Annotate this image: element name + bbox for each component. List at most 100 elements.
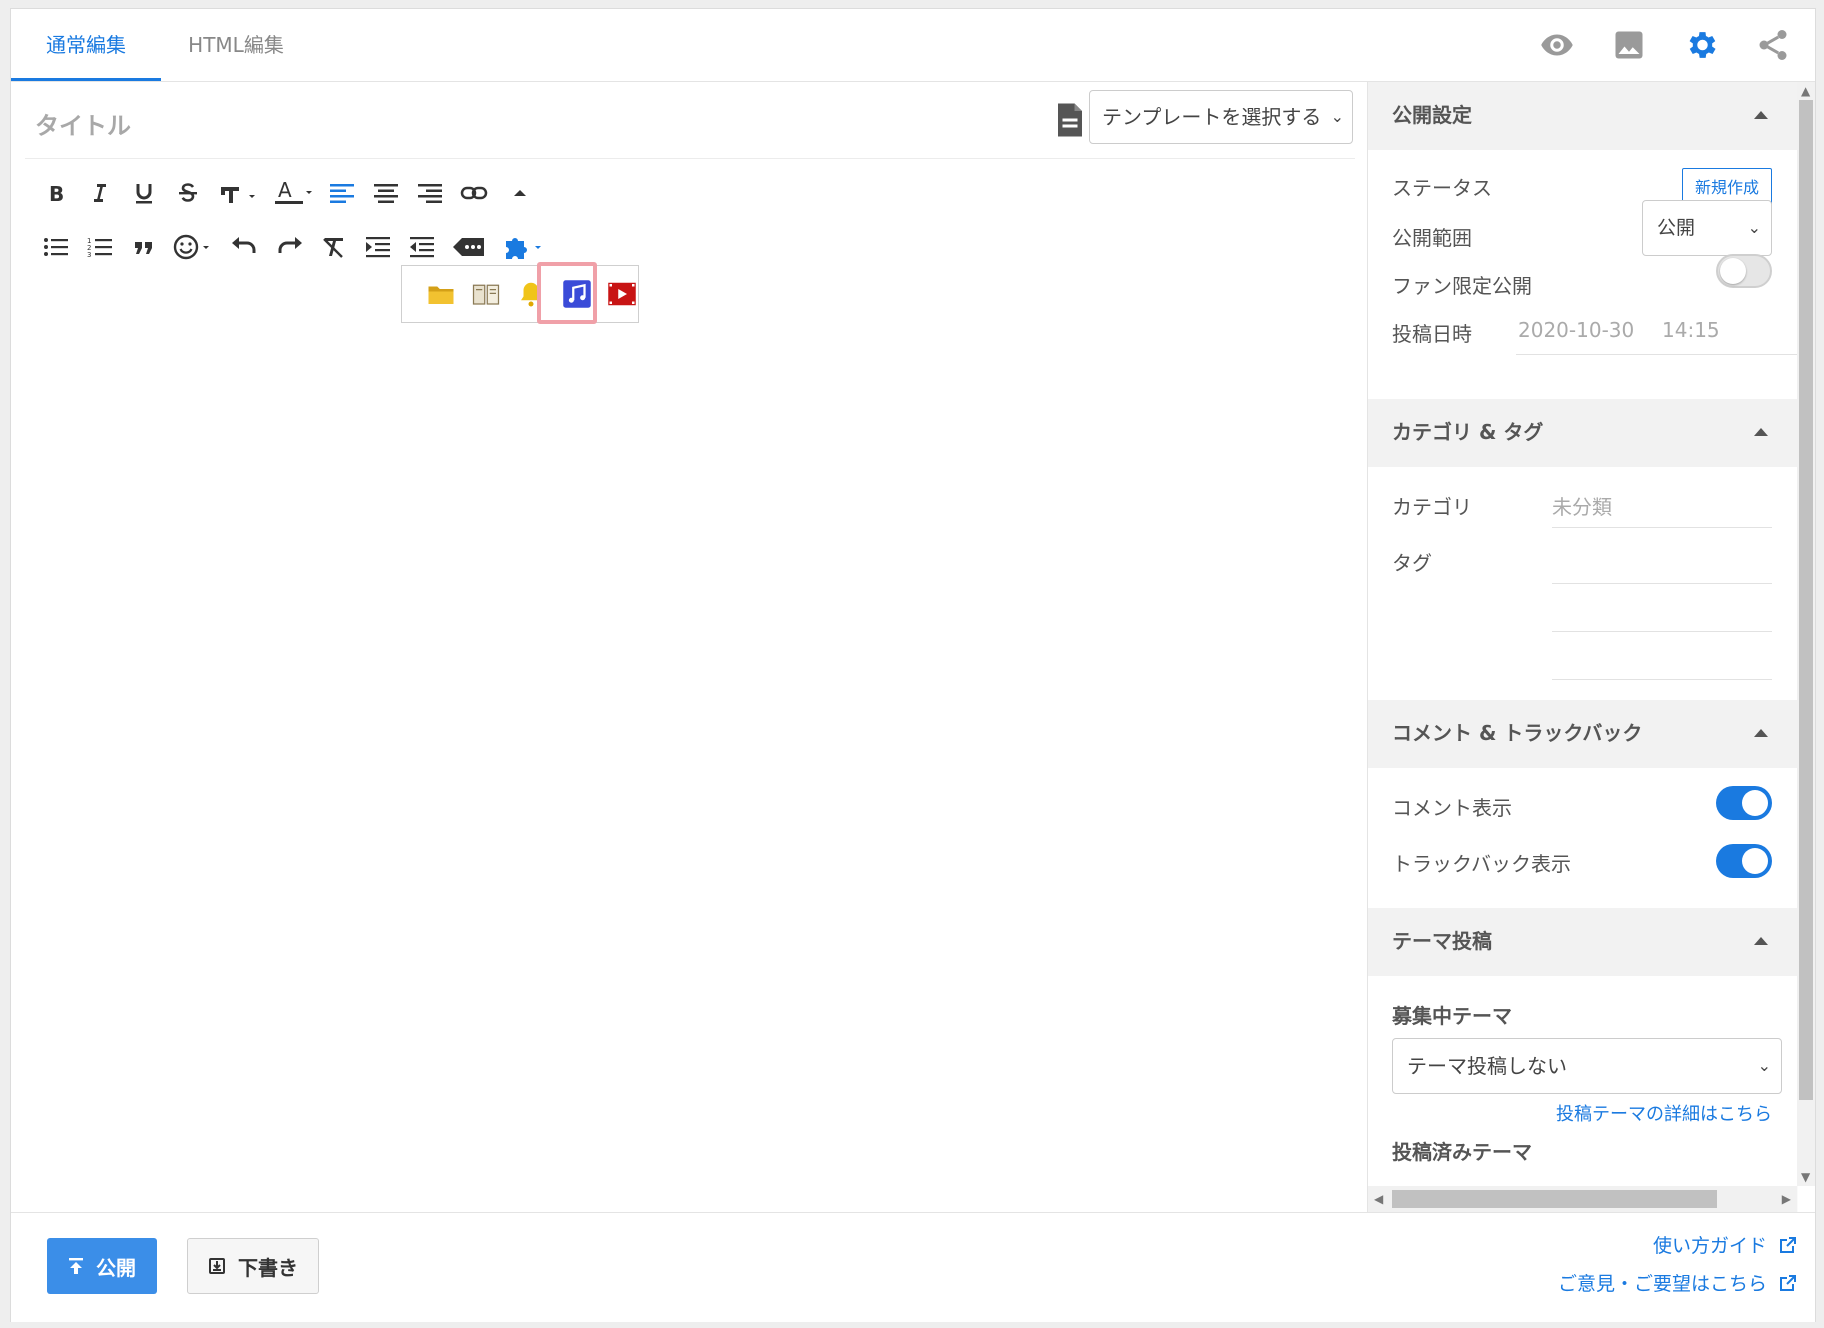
category-label: カテゴリ: [1392, 495, 1472, 519]
fan-only-toggle[interactable]: [1716, 254, 1772, 288]
bullet-list-button[interactable]: [39, 230, 73, 264]
category-tag-body: カテゴリ 未分類 タグ: [1368, 467, 1798, 700]
tab-normal-edit[interactable]: 通常編集: [11, 9, 161, 81]
eye-icon[interactable]: [1539, 27, 1575, 63]
top-bar: 通常編集 HTML編集: [11, 9, 1815, 82]
theme-post-header[interactable]: テーマ投稿: [1368, 908, 1798, 977]
theme-detail-link[interactable]: 投稿テーマの詳細はこちら: [1556, 1100, 1772, 1126]
svg-text:A: A: [278, 179, 292, 202]
indent-button[interactable]: [361, 230, 395, 264]
editor-panel: 通常編集 HTML編集 タイトル テンプレートを選択する ⌄ B A 1 2 3…: [10, 8, 1816, 1322]
outdent-button[interactable]: [405, 230, 439, 264]
quote-button[interactable]: [127, 230, 161, 264]
scrollbar-thumb[interactable]: [1392, 1190, 1717, 1208]
svg-text:3: 3: [87, 251, 91, 259]
section-title: 公開設定: [1392, 103, 1472, 127]
comment-display-toggle[interactable]: [1716, 786, 1772, 820]
sidebar-vertical-scrollbar[interactable]: ▲ ▼: [1797, 82, 1815, 1186]
publish-button[interactable]: 公開: [47, 1238, 157, 1294]
publish-settings-header[interactable]: 公開設定: [1368, 82, 1798, 151]
guide-link[interactable]: 使い方ガイド: [1653, 1231, 1797, 1258]
comment-display-label: コメント表示: [1392, 796, 1512, 820]
settings-sidebar: 公開設定 ステータス 新規作成 公開範囲 公開 ⌄ ファン限定公開 投稿日時 2…: [1367, 82, 1798, 1212]
video-icon[interactable]: [607, 279, 637, 309]
upload-icon: [69, 1258, 83, 1274]
folder-icon[interactable]: [426, 279, 456, 309]
book-icon[interactable]: [471, 279, 501, 309]
comment-trackback-header[interactable]: コメント & トラックバック: [1368, 700, 1798, 769]
section-title: コメント & トラックバック: [1392, 721, 1643, 745]
strikethrough-button[interactable]: [171, 176, 205, 210]
scrollbar-thumb[interactable]: [1799, 100, 1813, 1100]
tab-html-edit[interactable]: HTML編集: [161, 9, 311, 81]
chevron-down-icon: ⌄: [1330, 107, 1344, 126]
status-label: ステータス: [1392, 176, 1492, 200]
italic-button[interactable]: [83, 176, 117, 210]
recruiting-theme-label: 募集中テーマ: [1392, 1004, 1512, 1028]
title-divider: [25, 158, 1355, 159]
post-time-input[interactable]: 14:15: [1662, 318, 1720, 342]
align-center-button[interactable]: [369, 176, 403, 210]
chevron-down-icon: ⌄: [1757, 1056, 1771, 1075]
puzzle-plugin-icon[interactable]: [501, 230, 549, 264]
undo-button[interactable]: [227, 230, 261, 264]
scope-label: 公開範囲: [1392, 226, 1472, 250]
section-title: カテゴリ & タグ: [1392, 420, 1544, 444]
tag-input-line-1[interactable]: [1552, 583, 1772, 584]
numbered-list-button[interactable]: 123: [83, 230, 117, 264]
post-date-label: 投稿日時: [1392, 322, 1472, 346]
caret-up-icon: [1754, 729, 1768, 737]
scroll-up-arrow-icon[interactable]: ▲: [1801, 84, 1810, 98]
publish-settings-body: ステータス 新規作成 公開範囲 公開 ⌄ ファン限定公開 投稿日時 2020-1…: [1368, 150, 1798, 399]
redo-button[interactable]: [273, 230, 307, 264]
comment-trackback-body: コメント表示 トラックバック表示: [1368, 768, 1798, 908]
emoji-button[interactable]: [171, 230, 215, 264]
collapse-toolbar-icon[interactable]: [503, 176, 537, 210]
text-color-button[interactable]: A: [271, 176, 315, 210]
caret-up-icon: [1754, 937, 1768, 945]
save-draft-icon: [209, 1258, 225, 1274]
tag-input-line-3[interactable]: [1552, 679, 1772, 680]
font-size-button[interactable]: [217, 176, 261, 210]
category-tag-header[interactable]: カテゴリ & タグ: [1368, 399, 1798, 468]
tag-label: タグ: [1392, 551, 1432, 575]
feedback-link-label: ご意見・ご要望はこちら: [1557, 1273, 1767, 1295]
sidebar-horizontal-scrollbar[interactable]: ◀ ▶: [1368, 1186, 1797, 1212]
link-button[interactable]: [457, 176, 491, 210]
scope-select-value: 公開: [1657, 217, 1696, 239]
theme-select[interactable]: テーマ投稿しない ⌄: [1392, 1038, 1782, 1094]
publish-button-label: 公開: [96, 1255, 136, 1280]
chevron-down-icon: ⌄: [1747, 218, 1761, 237]
draft-button-label: 下書き: [238, 1255, 298, 1280]
template-select[interactable]: テンプレートを選択する ⌄: [1089, 90, 1353, 144]
trackback-display-toggle[interactable]: [1716, 844, 1772, 878]
bottom-bar: 公開 下書き 使い方ガイド ご意見・ご要望はこちら: [11, 1212, 1815, 1322]
bold-button[interactable]: B: [39, 176, 73, 210]
scope-select[interactable]: 公開 ⌄: [1642, 200, 1772, 256]
share-icon[interactable]: [1755, 27, 1791, 63]
theme-select-value: テーマ投稿しない: [1407, 1054, 1567, 1078]
more-button[interactable]: [449, 230, 489, 264]
post-date-input[interactable]: 2020-10-30: [1518, 318, 1634, 342]
section-title: テーマ投稿: [1392, 929, 1492, 953]
feedback-link[interactable]: ご意見・ご要望はこちら: [1558, 1269, 1797, 1296]
image-icon[interactable]: [1611, 27, 1647, 63]
draft-button[interactable]: 下書き: [187, 1238, 319, 1294]
scroll-down-arrow-icon[interactable]: ▼: [1801, 1170, 1810, 1184]
highlight-box: [537, 262, 597, 324]
align-right-button[interactable]: [413, 176, 447, 210]
clear-format-button[interactable]: [317, 230, 351, 264]
category-underline: [1552, 527, 1772, 528]
scroll-right-arrow-icon[interactable]: ▶: [1782, 1192, 1791, 1206]
align-left-button[interactable]: [325, 176, 359, 210]
title-input[interactable]: タイトル: [35, 106, 131, 141]
editor-area: タイトル テンプレートを選択する ⌄ B A 1 2 3: [11, 82, 1367, 1212]
template-select-label: テンプレートを選択する: [1102, 105, 1322, 129]
underline-button[interactable]: [127, 176, 161, 210]
category-input[interactable]: 未分類: [1552, 491, 1612, 520]
scroll-left-arrow-icon[interactable]: ◀: [1374, 1192, 1383, 1206]
tag-input-line-2[interactable]: [1552, 631, 1772, 632]
caret-up-icon: [1754, 111, 1768, 119]
external-link-icon: [1780, 1275, 1796, 1291]
gear-icon[interactable]: [1683, 27, 1719, 63]
